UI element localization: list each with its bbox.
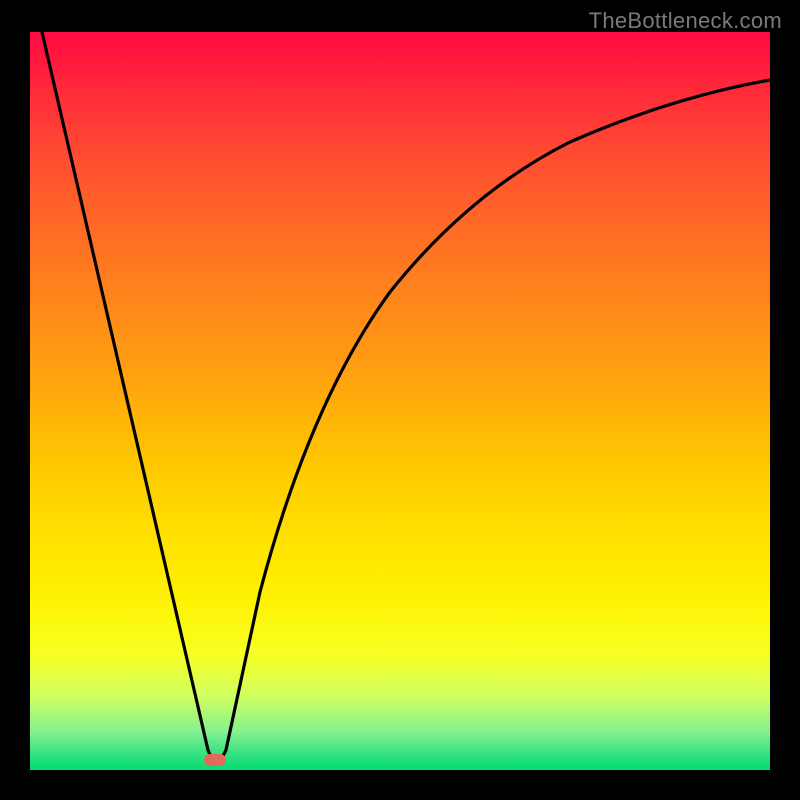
chart-plot-area [30,32,770,770]
bottleneck-curve [30,32,770,770]
curve-path [42,32,770,761]
watermark-text: TheBottleneck.com [589,8,782,34]
optimal-point-marker [204,754,226,766]
